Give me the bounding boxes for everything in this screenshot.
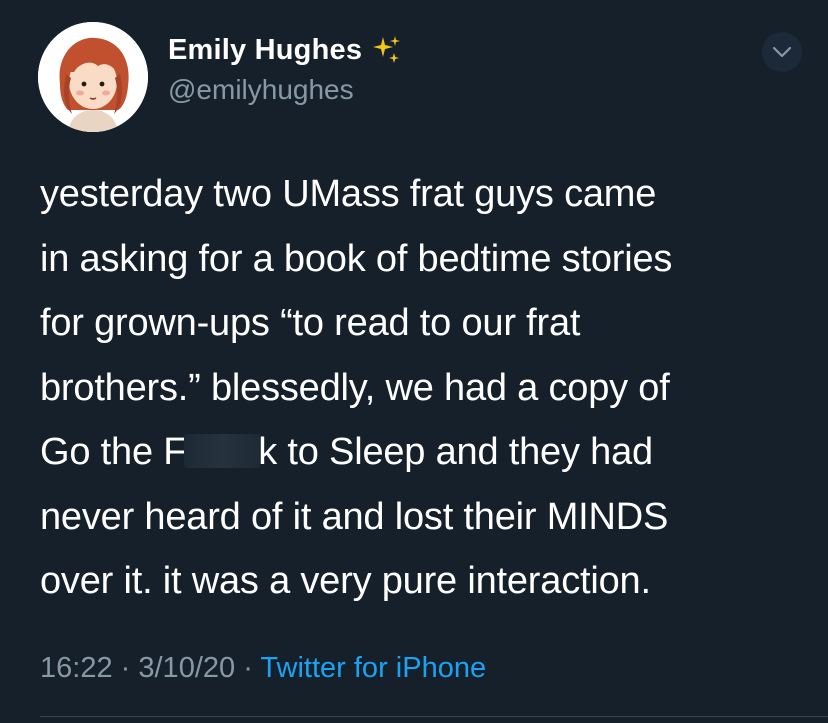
tweet-time[interactable]: 16:22	[40, 652, 113, 684]
meta-separator: ·	[120, 652, 131, 684]
meta-separator: ·	[243, 652, 253, 684]
tweet-text-line-censored: Go the F k to Sleep and they had	[40, 420, 800, 485]
tweet-text-line: yesterday two UMass frat guys came	[40, 173, 657, 215]
censor-blur	[184, 434, 261, 468]
tweet-text-line: brothers.” blessedly, we had a copy of	[40, 366, 670, 409]
sparkles-icon	[373, 36, 401, 63]
cartoon-redhead-avatar	[38, 22, 148, 132]
display-name[interactable]: Emily Hughes	[168, 34, 362, 67]
tweet-text-line: over it. it was a very pure interaction.	[40, 560, 651, 602]
author-name-row[interactable]: Emily Hughes	[168, 30, 404, 70]
tweet-date[interactable]: 3/10/20	[138, 652, 235, 684]
tweet-text-line: in asking for a book of bedtime stories	[40, 237, 673, 280]
censored-text-after: k to Sleep and they had	[258, 431, 653, 473]
author-handle[interactable]: @emilyhughes	[168, 74, 354, 106]
avatar[interactable]	[38, 22, 148, 132]
tweet-card: Emily Hughes @emilyhughes yesterday two …	[0, 0, 828, 723]
more-options-button[interactable]	[762, 32, 802, 72]
tweet-text: yesterday two UMass frat guys came in as…	[40, 162, 800, 614]
tweet-text-line: for grown-ups “to read to our frat	[40, 302, 581, 344]
tweet-source-link[interactable]: Twitter for iPhone	[260, 652, 486, 684]
divider	[40, 716, 828, 717]
chevron-down-icon	[772, 46, 792, 58]
tweet-text-line: never heard of it and lost their MINDS	[40, 495, 669, 538]
censored-text-before: Go the F	[40, 431, 187, 473]
tweet-meta: 16:22 · 3/10/20 · Twitter for iPhone	[40, 652, 486, 685]
